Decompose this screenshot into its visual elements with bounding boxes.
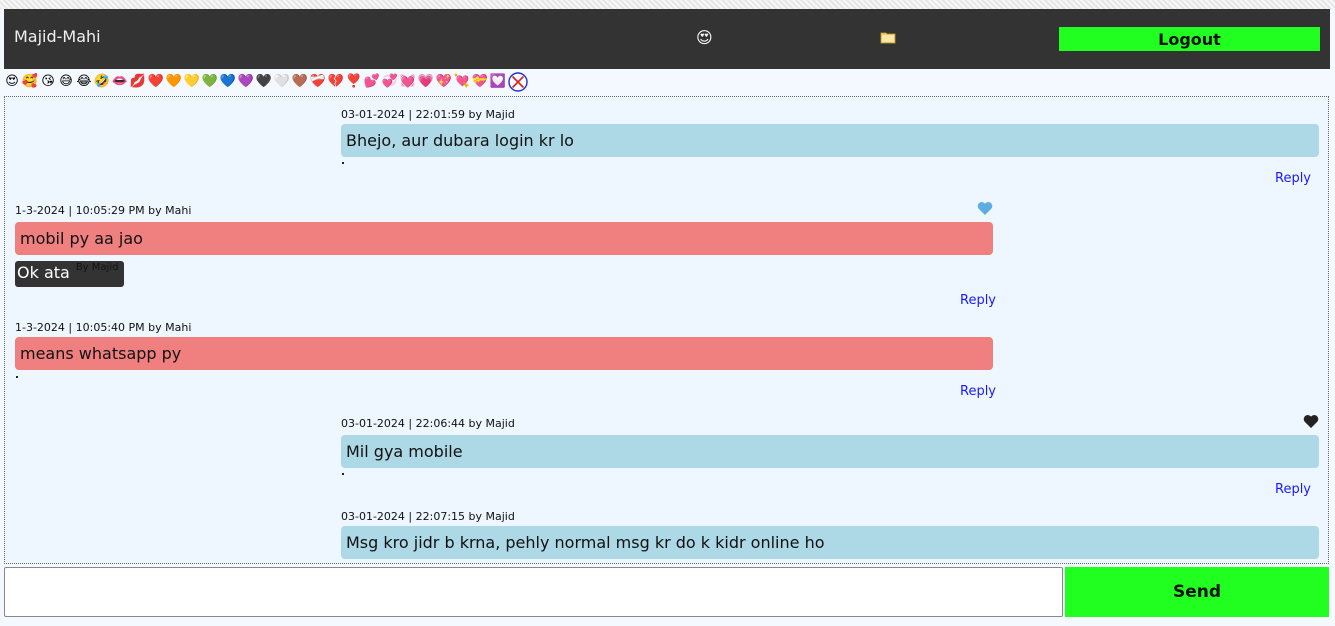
emoji-option[interactable]: ❤️‍🩹: [309, 73, 327, 91]
top-strip: [0, 0, 1335, 9]
message-bubble: Msg kro jidr b krna, pehly normal msg kr…: [341, 526, 1319, 559]
message-meta: 1-3-2024 | 10:05:40 PM by Mahi: [15, 321, 192, 334]
emoji-option[interactable]: 💖: [435, 73, 453, 91]
message-meta: 03-01-2024 | 22:06:44 by Majid: [341, 417, 515, 430]
emoji-option[interactable]: 🧡: [165, 73, 183, 91]
message-bubble: Mil gya mobile: [341, 435, 1319, 468]
emoji-option[interactable]: 🤎: [291, 73, 309, 91]
emoji-option[interactable]: ❤️: [147, 73, 165, 91]
message-meta: 1-3-2024 | 10:05:29 PM by Mahi: [15, 204, 192, 217]
blue-heart-reaction-icon: [977, 202, 993, 215]
emoji-option[interactable]: 😅: [57, 73, 75, 91]
message-list[interactable]: 03-01-2024 | 22:01:59 by Majid Bhejo, au…: [4, 96, 1329, 564]
emoji-option[interactable]: 🤍: [273, 73, 291, 91]
emoji-option[interactable]: 💗: [417, 73, 435, 91]
emoji-option[interactable]: 💟: [489, 73, 507, 91]
message-divider-dot: [342, 473, 344, 475]
emoji-option[interactable]: 😘: [39, 73, 57, 91]
emoji-option[interactable]: 💓: [399, 73, 417, 91]
emoji-option[interactable]: 💋: [129, 73, 147, 91]
emoji-option[interactable]: 😂: [75, 73, 93, 91]
emoji-option[interactable]: ❣️: [345, 73, 363, 91]
heart-eyes-emoji-icon[interactable]: 😍: [696, 28, 713, 48]
reply-author: By Majid: [75, 262, 119, 273]
emoji-option[interactable]: 💙: [219, 73, 237, 91]
message-bubble: Bhejo, aur dubara login kr lo: [341, 124, 1319, 157]
message-meta: 03-01-2024 | 22:01:59 by Majid: [341, 108, 515, 121]
chat-title: Majid-Mahi: [14, 27, 101, 46]
message-bubble: means whatsapp py: [15, 337, 993, 370]
emoji-option[interactable]: 💛: [183, 73, 201, 91]
app-header: Majid-Mahi 😍 Logout: [4, 9, 1330, 69]
close-emoji-picker-icon[interactable]: [508, 72, 528, 92]
reply-link[interactable]: Reply: [960, 384, 996, 399]
reply-text: Ok ata: [17, 263, 70, 282]
reply-link[interactable]: Reply: [1275, 171, 1311, 186]
emoji-picker-bar: 😍 🥰 😘 😅 😂 🤣 👄 💋 ❤️ 🧡 💛 💚 💙 💜 🖤 🤍 🤎 ❤️‍🩹 💔 ❣️ 💕 💞 💓 💗 💖 💘 💝 💟: [3, 70, 528, 94]
emoji-option[interactable]: 👄: [111, 73, 129, 91]
emoji-option[interactable]: 💔: [327, 73, 345, 91]
message-divider-dot: [16, 376, 18, 378]
emoji-option[interactable]: 💜: [237, 73, 255, 91]
message-input[interactable]: [4, 567, 1063, 617]
chat-page: Majid-Mahi 😍 Logout 😍 🥰 😘 😅 😂 🤣 👄 💋 ❤️ 🧡 💛 💚 💙 💜 🖤 🤍 🤎 ❤️…: [0, 0, 1335, 626]
reply-link[interactable]: Reply: [1275, 482, 1311, 497]
message-bubble: mobil py aa jao: [15, 222, 993, 255]
send-button[interactable]: Send: [1065, 567, 1329, 617]
emoji-option[interactable]: 💞: [381, 73, 399, 91]
emoji-option[interactable]: 🖤: [255, 73, 273, 91]
message-meta: 03-01-2024 | 22:07:15 by Majid: [341, 510, 515, 523]
emoji-option[interactable]: 💝: [471, 73, 489, 91]
logout-button[interactable]: Logout: [1059, 27, 1320, 51]
reply-link[interactable]: Reply: [960, 293, 996, 308]
emoji-option[interactable]: 💕: [363, 73, 381, 91]
folder-icon[interactable]: [880, 30, 896, 44]
black-heart-reaction-icon: [1303, 415, 1319, 428]
emoji-option[interactable]: 💘: [453, 73, 471, 91]
emoji-option[interactable]: 😍: [3, 73, 21, 91]
emoji-option[interactable]: 🤣: [93, 73, 111, 91]
message-divider-dot: [342, 162, 344, 164]
emoji-option[interactable]: 💚: [201, 73, 219, 91]
emoji-option[interactable]: 🥰: [21, 73, 39, 91]
reply-bubble: Ok ata By Majid: [15, 261, 125, 287]
